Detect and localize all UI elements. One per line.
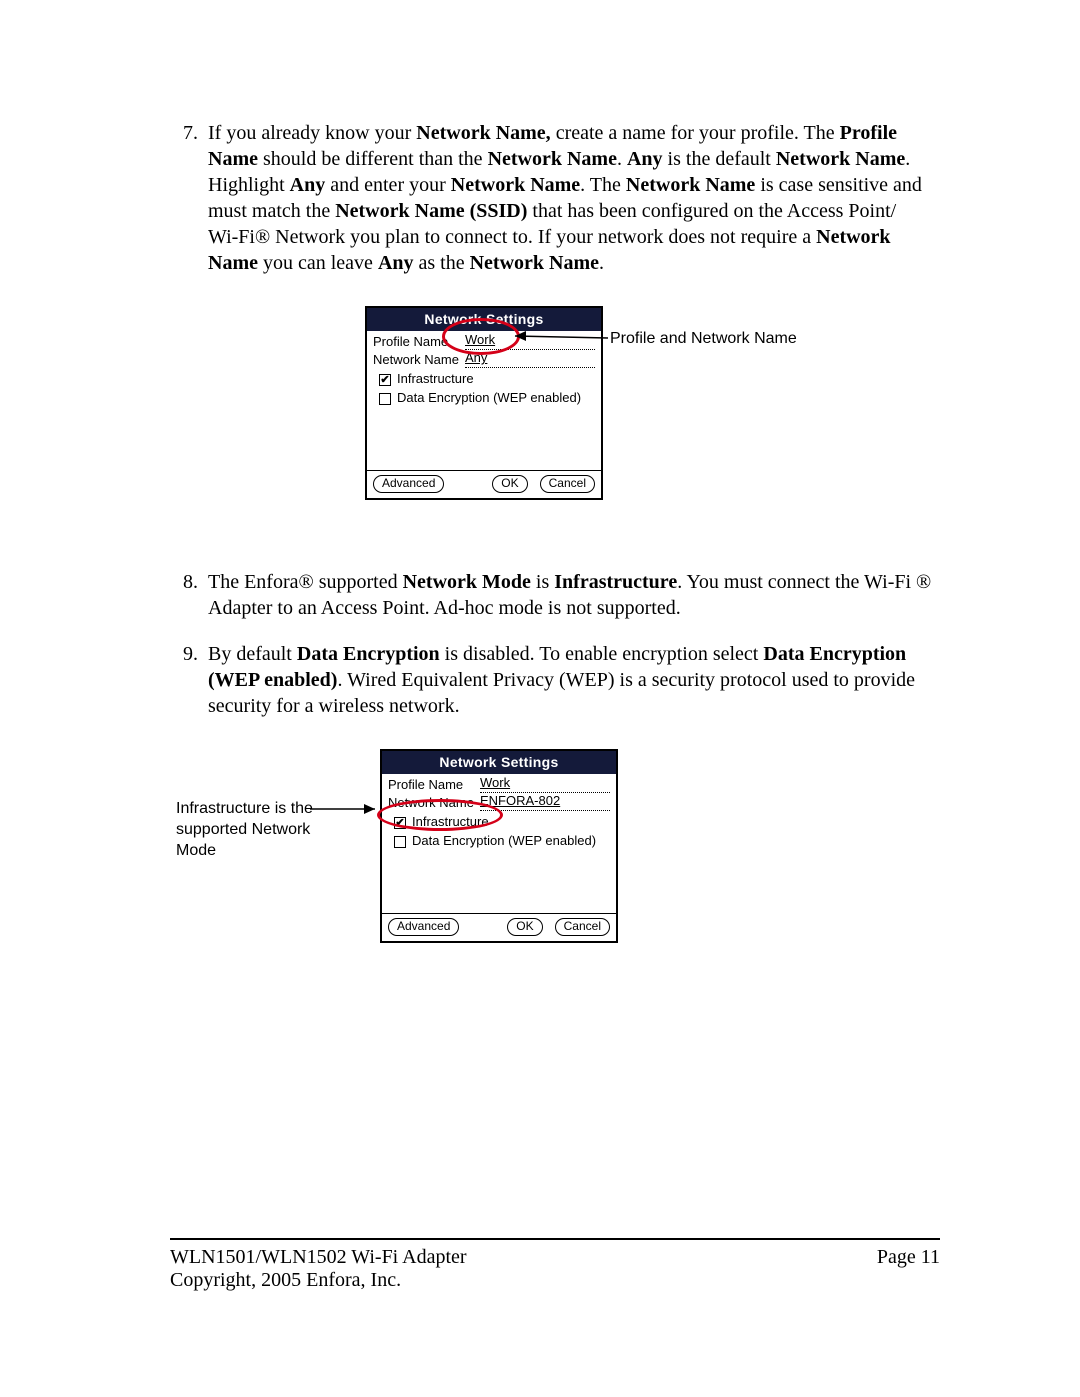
ok-button[interactable]: OK bbox=[492, 475, 527, 493]
profile-name-label: Profile Name bbox=[373, 334, 459, 351]
step-8-number: 8. bbox=[170, 569, 208, 595]
step-7-text: If you already know your Network Name, c… bbox=[208, 120, 940, 276]
network-name-value: ENFORA-802 bbox=[480, 793, 560, 810]
callout-profile-network: Profile and Network Name bbox=[610, 329, 797, 350]
infrastructure-label: Infrastructure bbox=[412, 814, 489, 831]
infrastructure-checkbox[interactable] bbox=[394, 817, 406, 829]
profile-name-value: Work bbox=[480, 775, 510, 792]
network-name-label: Network Name bbox=[373, 352, 459, 369]
step-7-number: 7. bbox=[170, 120, 208, 146]
step-9-text: By default Data Encryption is disabled. … bbox=[208, 641, 940, 719]
ok-button[interactable]: OK bbox=[507, 918, 542, 936]
callout-infrastructure: Infrastructure is the supported Network … bbox=[176, 799, 346, 861]
advanced-button[interactable]: Advanced bbox=[373, 475, 444, 493]
footer-page-number: Page 11 bbox=[877, 1246, 940, 1292]
wep-label: Data Encryption (WEP enabled) bbox=[397, 390, 581, 407]
profile-name-label: Profile Name bbox=[388, 777, 474, 794]
footer-product: WLN1501/WLN1502 Wi-Fi Adapter bbox=[170, 1246, 467, 1269]
cancel-button[interactable]: Cancel bbox=[555, 918, 610, 936]
profile-name-field[interactable]: Work bbox=[480, 777, 610, 793]
network-name-field[interactable]: Any bbox=[465, 352, 595, 368]
cancel-button[interactable]: Cancel bbox=[540, 475, 595, 493]
wep-checkbox[interactable] bbox=[394, 836, 406, 848]
network-name-label: Network Name bbox=[388, 795, 474, 812]
page-footer: WLN1501/WLN1502 Wi-Fi Adapter Copyright,… bbox=[170, 1238, 940, 1292]
profile-name-field[interactable]: Work bbox=[465, 334, 595, 350]
profile-name-value: Work bbox=[465, 332, 495, 349]
figure-network-settings-2: Infrastructure is the supported Network … bbox=[170, 749, 940, 994]
wep-checkbox[interactable] bbox=[379, 393, 391, 405]
wep-label: Data Encryption (WEP enabled) bbox=[412, 833, 596, 850]
figure-network-settings-1: Network Settings Profile Name Work Netwo… bbox=[170, 306, 940, 541]
advanced-button[interactable]: Advanced bbox=[388, 918, 459, 936]
network-name-field[interactable]: ENFORA-802 bbox=[480, 795, 610, 811]
step-8-text: The Enfora® supported Network Mode is In… bbox=[208, 569, 940, 621]
window-title: Network Settings bbox=[382, 751, 616, 774]
infrastructure-label: Infrastructure bbox=[397, 371, 474, 388]
footer-copyright: Copyright, 2005 Enfora, Inc. bbox=[170, 1269, 467, 1292]
step-9-number: 9. bbox=[170, 641, 208, 667]
network-name-value: Any bbox=[465, 350, 487, 367]
window-title: Network Settings bbox=[367, 308, 601, 331]
infrastructure-checkbox[interactable] bbox=[379, 374, 391, 386]
